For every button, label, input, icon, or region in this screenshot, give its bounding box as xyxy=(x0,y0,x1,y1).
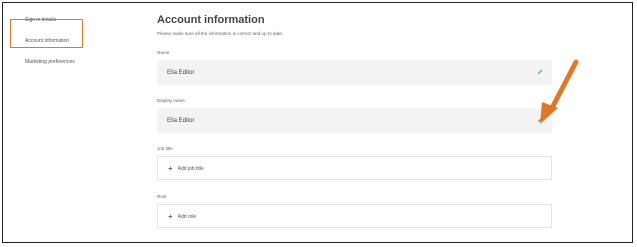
add-job-title-label: Add job title xyxy=(177,166,204,172)
role-field[interactable]: + Add role xyxy=(157,204,552,228)
name-label: Name xyxy=(157,50,170,55)
job-title-field[interactable]: + Add job title xyxy=(157,156,552,180)
add-role-label: Add role xyxy=(177,214,197,220)
add-job-title-button[interactable]: + Add job title xyxy=(168,164,541,173)
add-role-button[interactable]: + Add role xyxy=(168,212,541,221)
name-field: Ella Editor xyxy=(157,60,552,85)
sidebar-item-marketing-preferences[interactable]: Marketing preferences xyxy=(13,58,75,66)
job-title-label: Job title xyxy=(157,146,173,151)
name-value: Ella Editor xyxy=(167,70,195,76)
plus-icon: + xyxy=(168,212,173,221)
display-name-label: Display name xyxy=(157,98,185,103)
account-information-panel: Account information Please make sure all… xyxy=(157,14,552,228)
plus-icon: + xyxy=(168,164,173,173)
annotation-arrow xyxy=(540,59,579,124)
page-subtitle: Please make sure all the information is … xyxy=(157,31,284,36)
page-title: Account information xyxy=(157,14,265,26)
role-label: Role xyxy=(157,194,167,199)
display-name-value: Ella Editor xyxy=(167,118,195,124)
display-name-field: Ella Editor xyxy=(157,108,552,133)
highlight-box xyxy=(10,19,83,48)
